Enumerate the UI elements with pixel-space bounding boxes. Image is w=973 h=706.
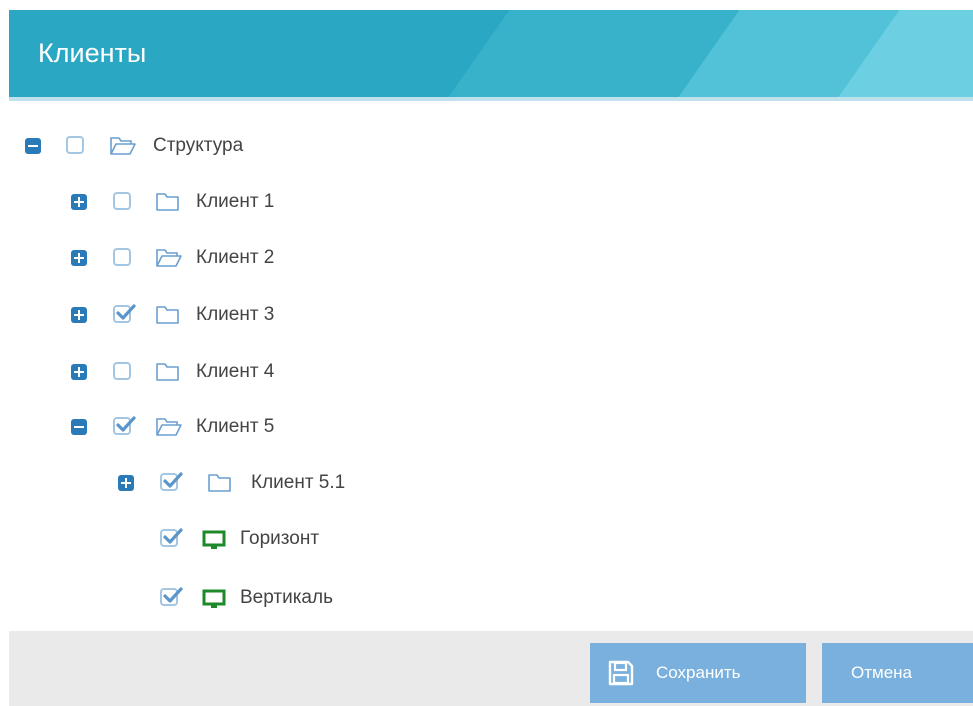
- checkmark-icon: [116, 416, 136, 432]
- folder-open-icon: [156, 249, 182, 267]
- folder-open-icon: [110, 137, 136, 155]
- dialog-title: Клиенты: [38, 38, 147, 68]
- save-button-label: Сохранить: [656, 663, 741, 682]
- cancel-button[interactable]: Отмена: [822, 643, 973, 703]
- tree-node-client-2: Клиент 2: [71, 243, 371, 273]
- node-checkbox[interactable]: [113, 192, 131, 210]
- monitor-icon: [202, 589, 226, 608]
- cancel-button-label: Отмена: [851, 663, 912, 682]
- collapse-toggle-icon[interactable]: [25, 138, 41, 154]
- tree-node-label[interactable]: Клиент 5.1: [251, 472, 345, 494]
- folder-icon: [208, 474, 231, 492]
- folder-icon: [156, 363, 179, 381]
- client-tree: Структура Клиент 1 Клиент 2 Клиент 3 Кли…: [9, 101, 973, 631]
- node-checkbox-checked[interactable]: [113, 416, 136, 435]
- tree-node-label[interactable]: Клиент 5: [196, 416, 274, 438]
- node-checkbox-checked[interactable]: [160, 587, 183, 606]
- tree-node-client-3: Клиент 3: [71, 300, 371, 330]
- save-button[interactable]: Сохранить: [590, 643, 806, 703]
- tree-node-label[interactable]: Горизонт: [240, 528, 319, 550]
- folder-icon: [156, 193, 179, 211]
- folder-icon: [156, 306, 179, 324]
- node-checkbox-checked[interactable]: [160, 528, 183, 547]
- tree-node-client-4: Клиент 4: [71, 357, 371, 387]
- expand-toggle-icon[interactable]: [71, 307, 87, 323]
- tree-node-label[interactable]: Клиент 4: [196, 361, 274, 383]
- tree-node-label[interactable]: Структура: [153, 135, 243, 157]
- tree-node-client-1: Клиент 1: [71, 187, 371, 217]
- tree-node-client-5: Клиент 5: [71, 412, 371, 442]
- node-checkbox-checked[interactable]: [160, 472, 183, 491]
- dialog-footer: Сохранить Отмена: [9, 631, 973, 706]
- tree-node-gorizont: Горизонт: [160, 524, 460, 554]
- tree-node-structure: Структура: [25, 131, 325, 161]
- expand-toggle-icon[interactable]: [71, 364, 87, 380]
- save-icon: [608, 660, 634, 686]
- expand-toggle-icon[interactable]: [71, 194, 87, 210]
- collapse-toggle-icon[interactable]: [71, 419, 87, 435]
- folder-open-icon: [156, 418, 182, 436]
- node-checkbox[interactable]: [66, 136, 84, 154]
- tree-node-label[interactable]: Клиент 2: [196, 247, 274, 269]
- tree-node-label[interactable]: Клиент 3: [196, 304, 274, 326]
- expand-toggle-icon[interactable]: [118, 475, 134, 491]
- tree-node-client-5-1: Клиент 5.1: [118, 468, 418, 498]
- tree-node-label[interactable]: Клиент 1: [196, 191, 274, 213]
- monitor-icon: [202, 530, 226, 549]
- node-checkbox-checked[interactable]: [113, 304, 136, 323]
- node-checkbox[interactable]: [113, 362, 131, 380]
- node-checkbox[interactable]: [113, 248, 131, 266]
- checkmark-icon: [163, 528, 183, 544]
- clients-dialog: Клиенты Структура Клиент 1 Клиент 2 Клие…: [9, 10, 973, 706]
- tree-node-label[interactable]: Вертикаль: [240, 587, 333, 609]
- tree-node-vertikal: Вертикаль: [160, 583, 460, 613]
- checkmark-icon: [163, 472, 183, 488]
- dialog-header: Клиенты: [9, 10, 973, 97]
- expand-toggle-icon[interactable]: [71, 250, 87, 266]
- checkmark-icon: [163, 587, 183, 603]
- checkmark-icon: [116, 304, 136, 320]
